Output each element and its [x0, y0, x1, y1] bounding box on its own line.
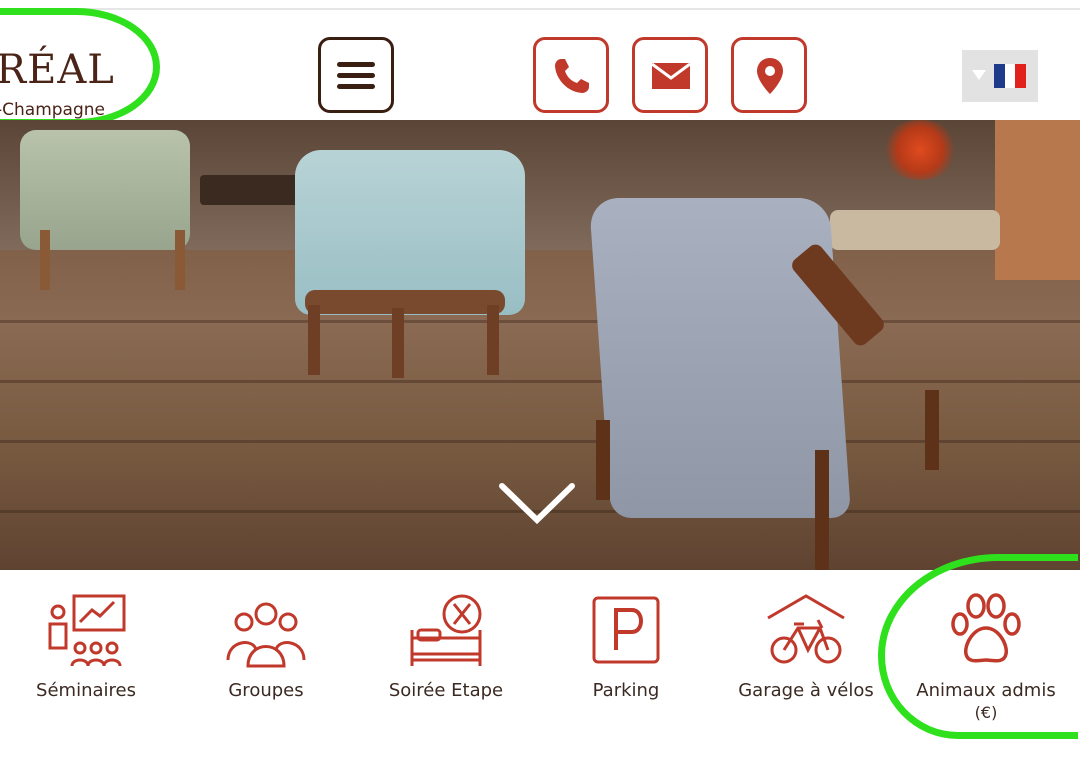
- site-header: RÉAL -Champagne: [0, 10, 1080, 120]
- chair-leg: [925, 390, 939, 470]
- chair-leg: [392, 308, 404, 378]
- menu-button[interactable]: [318, 37, 394, 113]
- floor-plank: [0, 320, 1080, 323]
- chair-leg: [487, 305, 499, 375]
- amenity-groupes[interactable]: Groupes: [176, 590, 356, 702]
- amenity-soiree-etape[interactable]: Soirée Etape: [356, 590, 536, 702]
- menu-bar: [337, 73, 375, 78]
- dropdown-arrow-icon: [972, 70, 986, 80]
- chair-leg: [175, 230, 185, 290]
- location-pin-icon: [757, 58, 783, 94]
- hero-image: [0, 120, 1080, 570]
- phone-icon: [555, 59, 589, 93]
- flower-decor: [880, 120, 960, 180]
- amenity-label: Séminaires: [36, 680, 136, 701]
- side-table: [830, 210, 1000, 250]
- location-button[interactable]: [731, 37, 807, 113]
- language-selector[interactable]: [962, 50, 1038, 102]
- bed-dinner-icon: [410, 594, 482, 666]
- amenity-seminaires[interactable]: Séminaires: [0, 590, 176, 702]
- seminar-icon: [48, 594, 126, 667]
- floor-plank: [0, 440, 1080, 443]
- flag-fr-icon: [994, 64, 1026, 88]
- floor-plank: [0, 380, 1080, 383]
- group-icon: [226, 602, 306, 668]
- amenity-parking[interactable]: Parking: [536, 590, 716, 702]
- highlight-circle-logo: [0, 8, 160, 126]
- amenity-label: Soirée Etape: [388, 680, 504, 701]
- chair-leg: [40, 230, 50, 290]
- armchair-base: [305, 290, 505, 314]
- menu-bar: [337, 62, 375, 67]
- chevron-down-icon[interactable]: [498, 472, 576, 532]
- amenity-label: Garage à vélos: [738, 680, 874, 701]
- chair-leg: [815, 450, 829, 570]
- mail-icon: [651, 62, 691, 89]
- parking-icon: [592, 596, 660, 664]
- menu-bar: [337, 84, 375, 89]
- amenity-label: Groupes: [228, 680, 304, 701]
- mail-button[interactable]: [632, 37, 708, 113]
- amenity-garage-velos[interactable]: Garage à vélos: [716, 590, 896, 702]
- phone-button[interactable]: [533, 37, 609, 113]
- amenity-label: Parking: [592, 680, 660, 701]
- wooden-wall: [995, 120, 1080, 280]
- bike-garage-icon: [767, 594, 845, 664]
- chair-leg: [308, 305, 320, 375]
- chair-leg: [596, 420, 610, 500]
